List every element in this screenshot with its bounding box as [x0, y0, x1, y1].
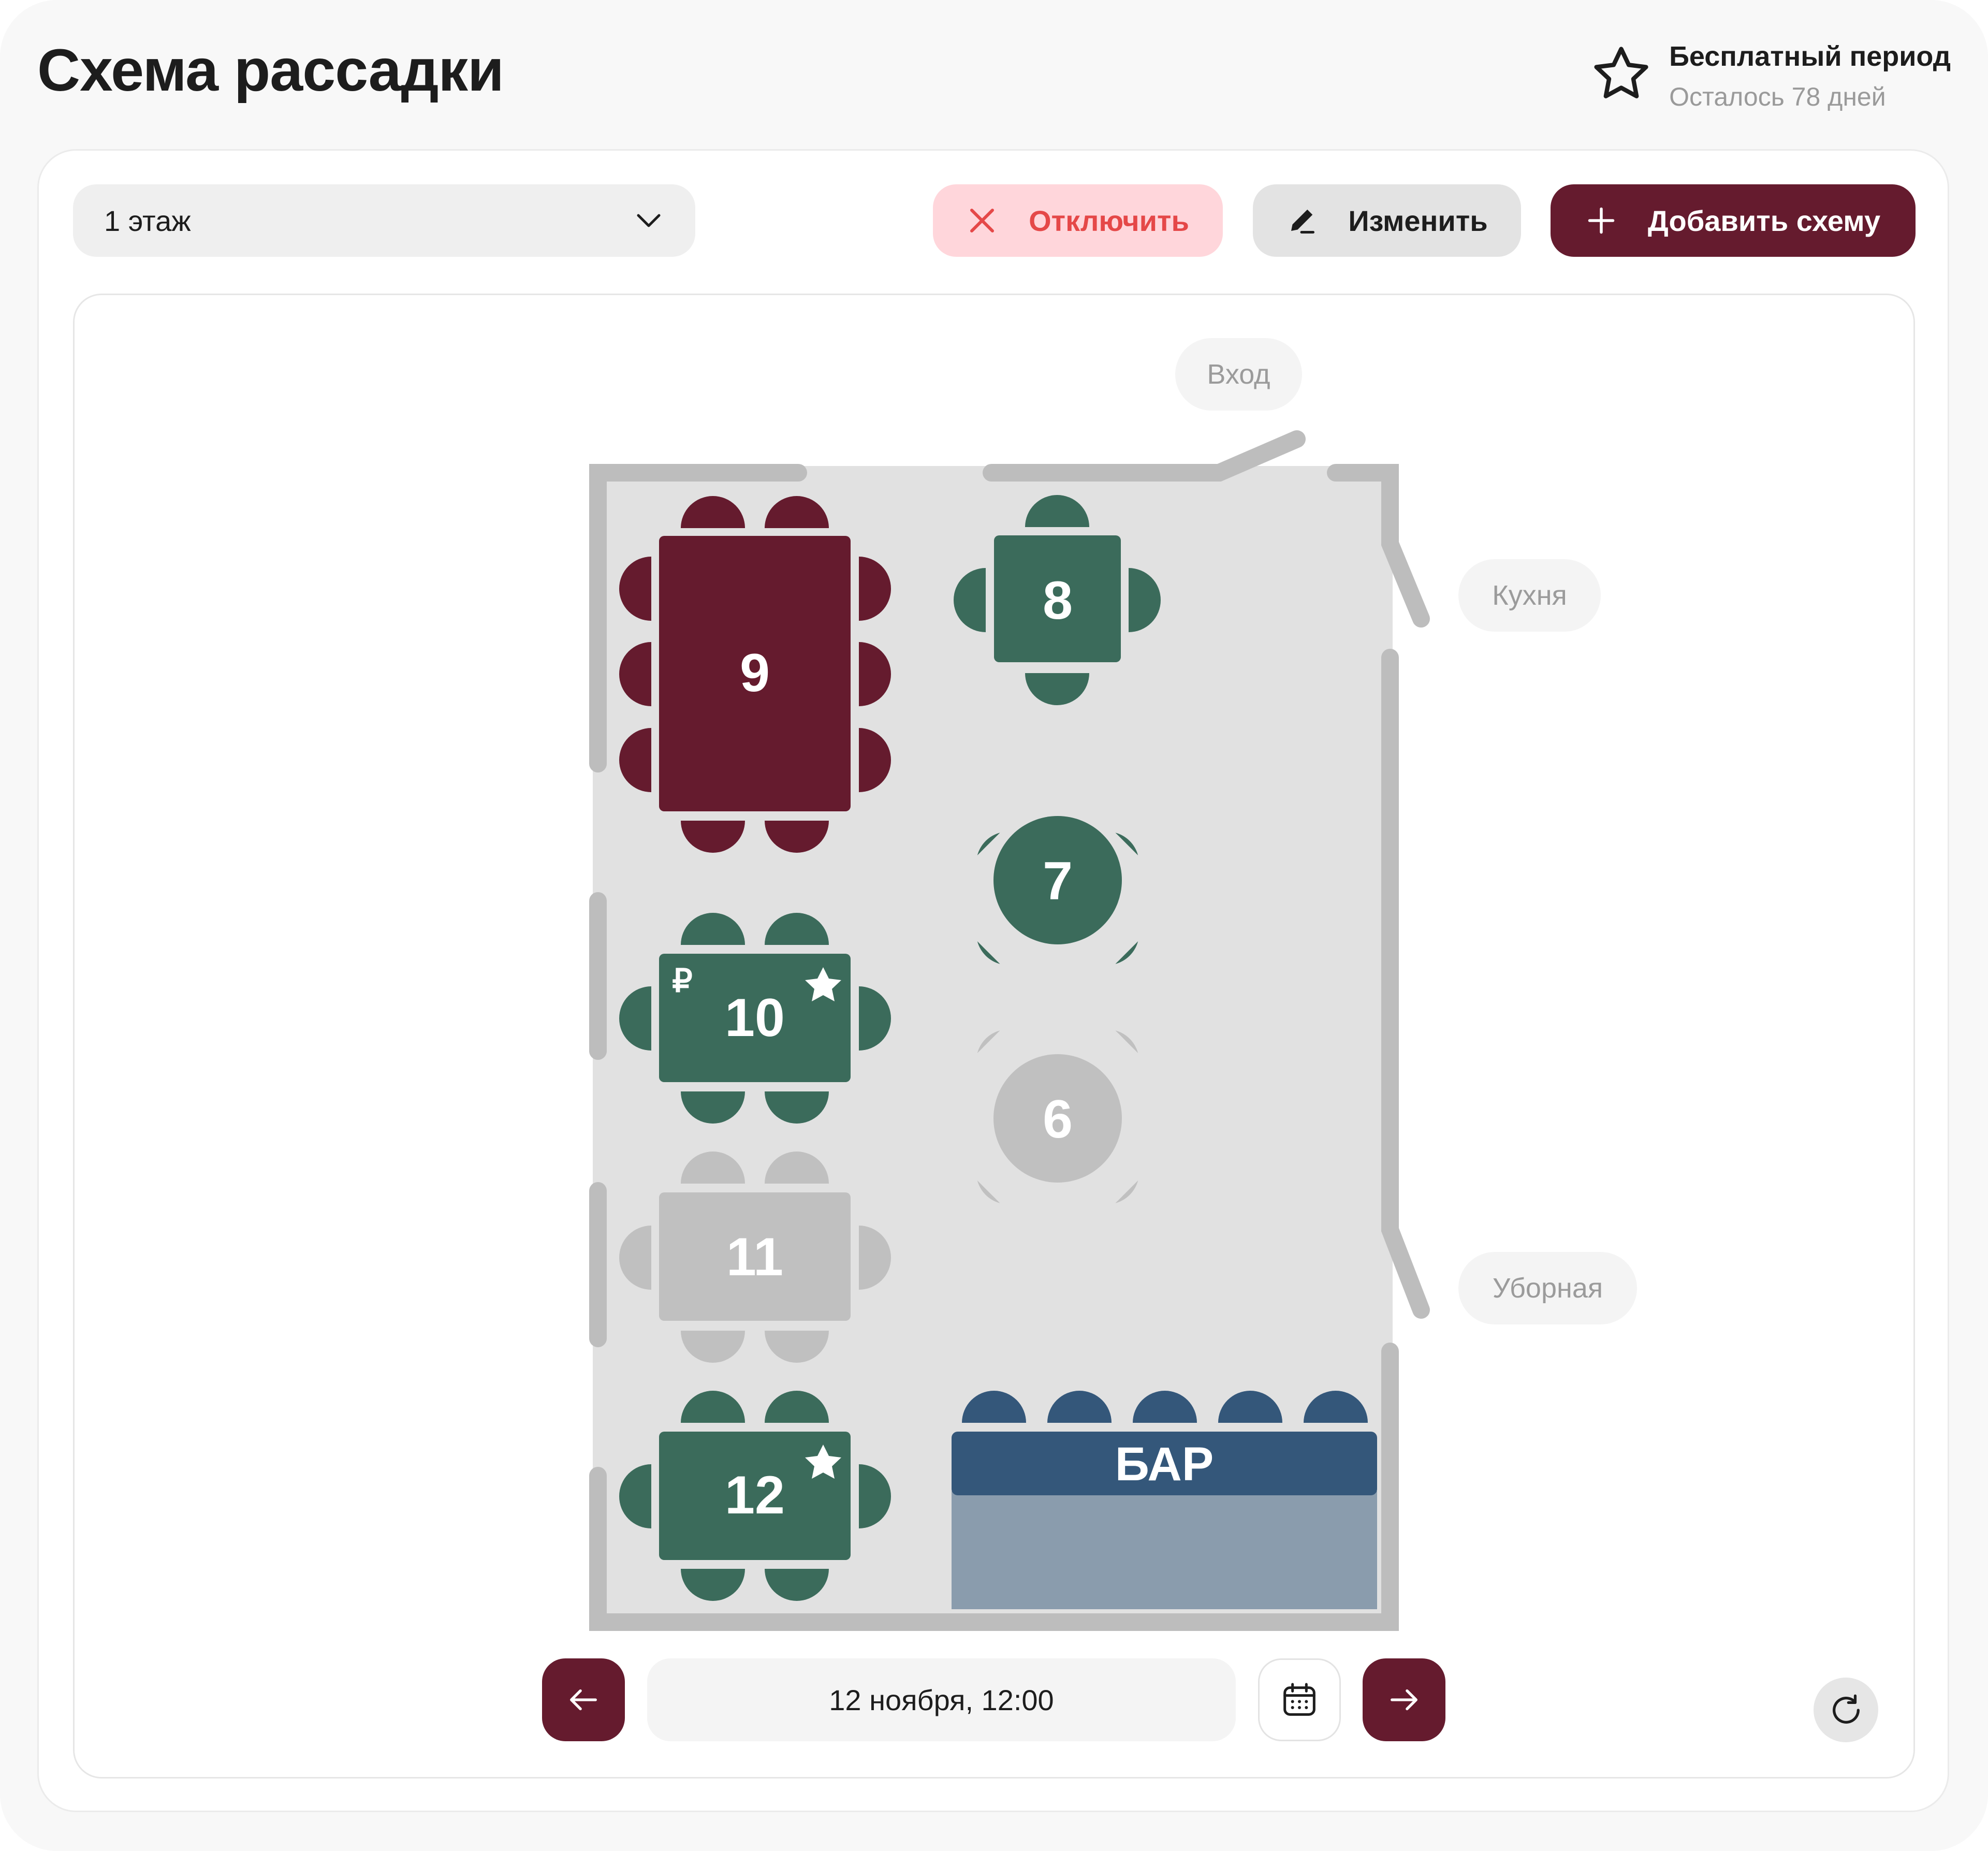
refresh-button[interactable] [1814, 1678, 1878, 1742]
arrow-left-icon [570, 1689, 597, 1711]
prev-time-button[interactable] [542, 1658, 625, 1741]
table-11-number: 11 [726, 1227, 783, 1287]
floor-select-value: 1 этаж [104, 204, 191, 237]
room-label-restroom: Уборная [1458, 1252, 1637, 1324]
table-9-number: 9 [740, 643, 770, 703]
bar-label: БАР [1115, 1438, 1214, 1491]
arrow-right-icon [1391, 1689, 1417, 1711]
add-scheme-button[interactable]: Добавить схему [1551, 184, 1916, 257]
refresh-icon [1832, 1694, 1860, 1724]
pencil-icon [1291, 209, 1315, 234]
close-icon [970, 209, 995, 232]
trial-title: Бесплатный период [1669, 41, 1951, 72]
plus-icon [1588, 207, 1615, 234]
next-time-button[interactable] [1363, 1658, 1445, 1741]
star-icon [1594, 47, 1648, 98]
calendar-button[interactable] [1258, 1658, 1341, 1741]
disable-button-label: Отключить [1029, 204, 1189, 237]
trial-subtitle: Осталось 78 дней [1669, 82, 1886, 111]
ruble-icon: ₽ [672, 964, 692, 999]
table-6-number: 6 [1043, 1089, 1073, 1149]
room-label-entrance: Вход [1175, 338, 1302, 411]
table-9[interactable]: 9 [619, 496, 891, 853]
datetime-field[interactable]: 12 ноября, 12:00 [647, 1658, 1236, 1741]
edit-button-label: Изменить [1348, 204, 1488, 237]
chevron-down-icon [637, 214, 661, 227]
trial-info[interactable]: Бесплатный период Осталось 78 дней [1589, 40, 1951, 112]
room-label-kitchen: Кухня [1458, 559, 1601, 632]
table-7-number: 7 [1043, 851, 1073, 911]
bar-counter-area [952, 1491, 1377, 1609]
calendar-icon [1283, 1683, 1315, 1716]
page-title: Схема рассадки [37, 37, 504, 104]
add-scheme-button-label: Добавить схему [1647, 204, 1881, 237]
table-8-number: 8 [1043, 571, 1073, 631]
floor-select[interactable]: 1 этаж [73, 184, 695, 257]
disable-button[interactable]: Отключить [933, 184, 1223, 257]
table-12-number: 12 [725, 1465, 785, 1525]
edit-button[interactable]: Изменить [1253, 184, 1521, 257]
table-10-number: 10 [725, 988, 785, 1048]
page: Схема рассадки Бесплатный период Осталос… [0, 0, 1988, 1851]
